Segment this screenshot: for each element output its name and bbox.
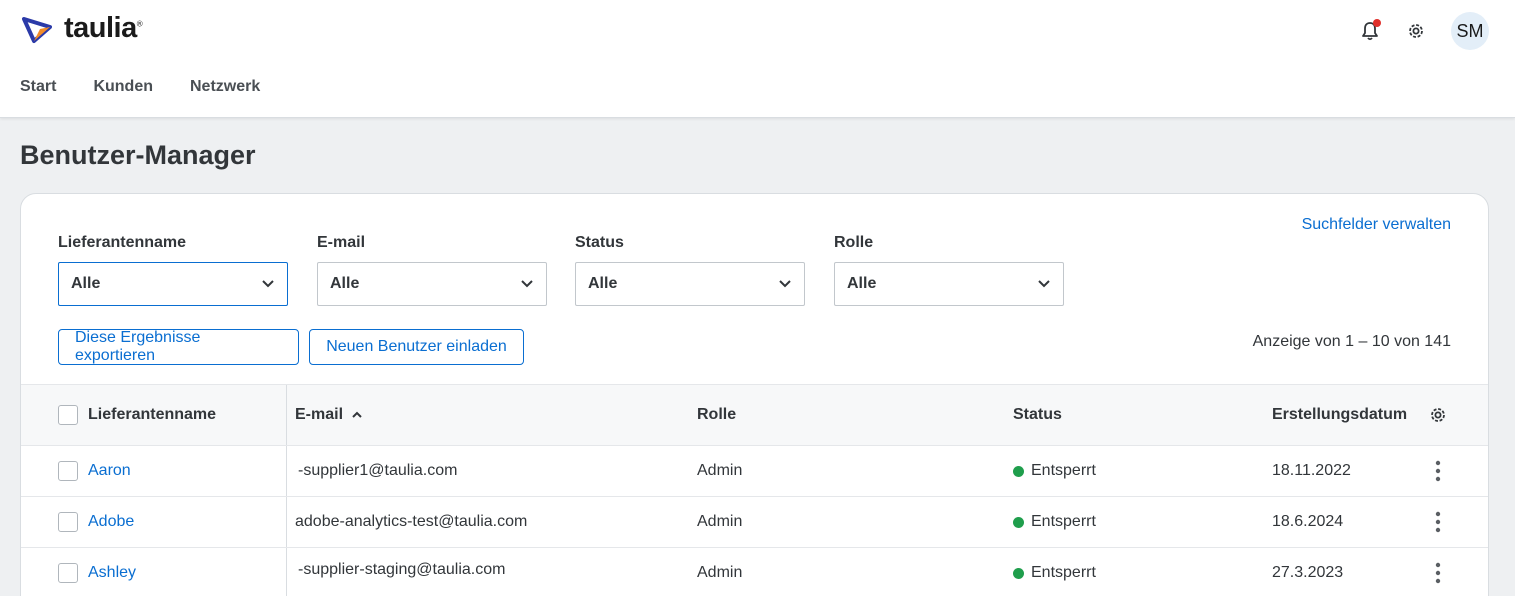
more-vertical-icon[interactable] — [1428, 558, 1448, 588]
status-text: Entsperrt — [1031, 513, 1096, 530]
filter-status: Status Alle — [575, 234, 805, 306]
column-divider — [286, 446, 287, 496]
chevron-down-icon — [521, 280, 533, 288]
column-divider — [286, 548, 287, 596]
column-settings-button[interactable] — [1428, 385, 1448, 445]
email-select[interactable]: Alle — [317, 262, 547, 306]
table-row: Aaron -supplier1@taulia.com Admin Entspe… — [21, 446, 1488, 497]
brand-name: taulia® — [64, 12, 143, 44]
status-indicator — [1013, 567, 1024, 579]
supplier-name-link[interactable]: Adobe — [88, 513, 134, 531]
results-count: Anzeige von 1 – 10 von 141 — [1252, 333, 1451, 350]
row-select-cell: Ashley — [58, 548, 136, 596]
user-manager-card: Suchfelder verwalten Lieferantenname All… — [20, 193, 1489, 596]
select-value: Alle — [847, 275, 877, 292]
status-cell: Entsperrt — [1013, 446, 1096, 496]
created-cell: 27.3.2023 — [1272, 564, 1344, 581]
chevron-down-icon — [779, 280, 791, 288]
chevron-down-icon — [1038, 280, 1050, 288]
status-text: Entsperrt — [1031, 462, 1096, 479]
export-results-button[interactable]: Diese Ergebnisse exportieren — [58, 329, 299, 365]
created-cell: 18.6.2024 — [1272, 513, 1344, 530]
filter-label: Status — [575, 234, 624, 251]
row-actions-cell — [1428, 446, 1448, 496]
settings-button[interactable] — [1405, 20, 1427, 42]
notifications-button[interactable] — [1359, 19, 1381, 42]
row-checkbox[interactable] — [58, 512, 78, 532]
table-header: Lieferantenname E-mail Rolle Status Erst… — [21, 384, 1488, 446]
filter-email: E-mail Alle — [317, 234, 547, 306]
nav-netzwerk[interactable]: Netzwerk — [190, 78, 260, 96]
status-select[interactable]: Alle — [575, 262, 805, 306]
taulia-logo-mark — [22, 16, 52, 43]
row-checkbox[interactable] — [58, 461, 78, 481]
select-value: Alle — [330, 275, 360, 292]
select-all-checkbox[interactable] — [58, 405, 78, 425]
created-cell: 18.11.2022 — [1272, 462, 1351, 479]
nav-kunden[interactable]: Kunden — [93, 78, 153, 96]
supplier-name-link[interactable]: Ashley — [88, 564, 136, 582]
top-bar: taulia® Start Kunden Netzwerk SM — [0, 0, 1515, 118]
users-table: Lieferantenname E-mail Rolle Status Erst… — [21, 384, 1488, 596]
status-indicator — [1013, 516, 1024, 528]
page-title: Benutzer-Manager — [20, 140, 256, 170]
taulia-logo[interactable]: taulia® — [20, 12, 143, 45]
role-cell: Admin — [697, 513, 743, 530]
filter-label: E-mail — [317, 234, 366, 251]
email-cell: adobe-analytics-test@taulia.com — [295, 513, 528, 530]
status-cell: Entsperrt — [1013, 497, 1096, 547]
row-actions-cell — [1428, 548, 1448, 596]
header-status[interactable]: Status — [1013, 385, 1062, 445]
column-divider — [286, 497, 287, 547]
gear-icon — [1431, 408, 1445, 422]
email-cell: -supplier1@taulia.com — [298, 462, 458, 479]
email-cell: -supplier-staging@taulia.com — [298, 561, 506, 578]
more-vertical-icon[interactable] — [1428, 507, 1448, 537]
row-select-cell: Adobe — [58, 497, 134, 547]
chevron-down-icon — [262, 280, 274, 288]
select-all-cell: Lieferantenname — [58, 385, 216, 445]
select-value: Alle — [71, 275, 101, 292]
gear-icon — [1409, 24, 1423, 38]
role-cell: Admin — [697, 564, 743, 581]
role-cell: Admin — [697, 462, 743, 479]
table-row: Adobe adobe-analytics-test@taulia.com Ad… — [21, 497, 1488, 548]
nav-start[interactable]: Start — [20, 78, 56, 96]
row-checkbox[interactable] — [58, 563, 78, 583]
sort-asc-icon — [352, 411, 362, 418]
invite-user-button[interactable]: Neuen Benutzer einladen — [309, 329, 524, 365]
filter-label: Lieferantenname — [58, 234, 187, 251]
supplier-name-link[interactable]: Aaron — [88, 462, 131, 480]
filter-role: Rolle Alle — [834, 234, 1064, 306]
manage-search-fields-link[interactable]: Suchfelder verwalten — [1302, 216, 1451, 234]
row-select-cell: Aaron — [58, 446, 131, 496]
avatar[interactable]: SM — [1451, 12, 1489, 50]
filter-supplier-name: Lieferantenname Alle — [58, 234, 288, 306]
status-text: Entsperrt — [1031, 564, 1096, 581]
status-cell: Entsperrt — [1013, 548, 1096, 596]
table-row: Ashley -supplier-staging@taulia.com Admi… — [21, 548, 1488, 596]
more-vertical-icon[interactable] — [1428, 456, 1448, 486]
header-created[interactable]: Erstellungsdatum — [1272, 385, 1407, 445]
role-select[interactable]: Alle — [834, 262, 1064, 306]
filter-label: Rolle — [834, 234, 874, 251]
status-indicator — [1013, 465, 1024, 477]
row-actions-cell — [1428, 497, 1448, 547]
notification-badge — [1373, 19, 1381, 27]
header-email-label: E-mail — [295, 406, 344, 423]
header-supplier-name[interactable]: Lieferantenname — [88, 406, 216, 424]
supplier-name-select[interactable]: Alle — [58, 262, 288, 306]
header-actions: SM — [1359, 12, 1489, 50]
select-value: Alle — [588, 275, 618, 292]
column-divider — [286, 385, 287, 445]
main-nav: Start Kunden Netzwerk — [20, 78, 260, 96]
header-role[interactable]: Rolle — [697, 385, 736, 445]
header-email[interactable]: E-mail — [295, 385, 363, 445]
